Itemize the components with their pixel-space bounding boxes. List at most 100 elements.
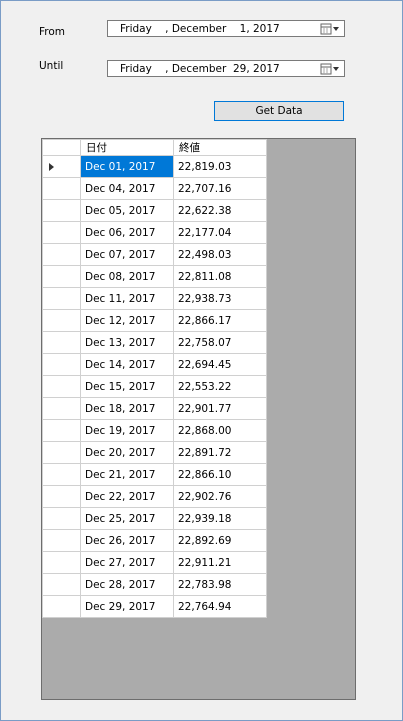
date-cell[interactable]: Dec 19, 2017 [80,419,174,442]
close-value-cell[interactable]: 22,866.17 [173,309,267,332]
close-value-cell[interactable]: 22,758.07 [173,331,267,354]
close-value-cell[interactable]: 22,891.72 [173,441,267,464]
row-header[interactable] [42,287,81,310]
from-label: From [39,26,66,38]
table-row[interactable]: Dec 20, 2017 22,891.72 [42,441,267,464]
date-cell[interactable]: Dec 28, 2017 [80,573,174,596]
until-date-picker[interactable]: Friday , December 29, 2017 [107,60,345,77]
row-header[interactable] [42,419,81,442]
row-header[interactable] [42,595,81,618]
column-header-close[interactable]: 終値 [173,139,267,156]
table-row[interactable]: Dec 05, 2017 22,622.38 [42,199,267,222]
row-header[interactable] [42,221,81,244]
row-header[interactable] [42,441,81,464]
row-header[interactable] [42,155,81,178]
row-header[interactable] [42,353,81,376]
table-row[interactable]: Dec 06, 2017 22,177.04 [42,221,267,244]
date-cell[interactable]: Dec 29, 2017 [80,595,174,618]
data-table: 日付 終値 Dec 01, 2017 22,819.03 Dec 04, 2017 2… [42,139,267,618]
table-row[interactable]: Dec 01, 2017 22,819.03 [42,155,267,178]
table-row[interactable]: Dec 08, 2017 22,811.08 [42,265,267,288]
close-value-cell[interactable]: 22,811.08 [173,265,267,288]
date-cell[interactable]: Dec 07, 2017 [80,243,174,266]
table-row[interactable]: Dec 13, 2017 22,758.07 [42,331,267,354]
table-row[interactable]: Dec 27, 2017 22,911.21 [42,551,267,574]
table-row[interactable]: Dec 07, 2017 22,498.03 [42,243,267,266]
row-header[interactable] [42,551,81,574]
calendar-dropdown-icon[interactable] [320,23,340,35]
table-row[interactable]: Dec 18, 2017 22,901.77 [42,397,267,420]
table-row[interactable]: Dec 25, 2017 22,939.18 [42,507,267,530]
close-value-cell[interactable]: 22,868.00 [173,419,267,442]
date-cell[interactable]: Dec 05, 2017 [80,199,174,222]
date-cell[interactable]: Dec 04, 2017 [80,177,174,200]
calendar-dropdown-icon[interactable] [320,63,340,75]
date-cell[interactable]: Dec 27, 2017 [80,551,174,574]
table-row[interactable]: Dec 19, 2017 22,868.00 [42,419,267,442]
table-row[interactable]: Dec 14, 2017 22,694.45 [42,353,267,376]
row-header[interactable] [42,397,81,420]
row-header[interactable] [42,507,81,530]
date-cell[interactable]: Dec 20, 2017 [80,441,174,464]
column-header-date[interactable]: 日付 [80,139,174,156]
close-value-cell[interactable]: 22,911.21 [173,551,267,574]
close-value-cell[interactable]: 22,553.22 [173,375,267,398]
date-cell[interactable]: Dec 15, 2017 [80,375,174,398]
close-value-cell[interactable]: 22,783.98 [173,573,267,596]
table-row[interactable]: Dec 26, 2017 22,892.69 [42,529,267,552]
row-header[interactable] [42,331,81,354]
from-date-value: Friday , December 1, 2017 [120,23,280,35]
table-row[interactable]: Dec 21, 2017 22,866.10 [42,463,267,486]
close-value-cell[interactable]: 22,902.76 [173,485,267,508]
date-cell[interactable]: Dec 22, 2017 [80,485,174,508]
date-cell[interactable]: Dec 14, 2017 [80,353,174,376]
window-frame: From Friday , December 1, 2017 Until Fri… [0,0,403,721]
data-grid[interactable]: 日付 終値 Dec 01, 2017 22,819.03 Dec 04, 2017 2… [41,138,356,700]
date-cell[interactable]: Dec 21, 2017 [80,463,174,486]
close-value-cell[interactable]: 22,939.18 [173,507,267,530]
close-value-cell[interactable]: 22,819.03 [173,155,267,178]
row-header[interactable] [42,177,81,200]
table-row[interactable]: Dec 12, 2017 22,866.17 [42,309,267,332]
date-cell[interactable]: Dec 18, 2017 [80,397,174,420]
close-value-cell[interactable]: 22,866.10 [173,463,267,486]
date-cell[interactable]: Dec 25, 2017 [80,507,174,530]
row-header[interactable] [42,199,81,222]
close-value-cell[interactable]: 22,622.38 [173,199,267,222]
until-label: Until [39,60,64,72]
date-cell[interactable]: Dec 12, 2017 [80,309,174,332]
date-cell[interactable]: Dec 26, 2017 [80,529,174,552]
close-value-cell[interactable]: 22,764.94 [173,595,267,618]
row-header[interactable] [42,485,81,508]
close-value-cell[interactable]: 22,177.04 [173,221,267,244]
table-row[interactable]: Dec 22, 2017 22,902.76 [42,485,267,508]
date-cell[interactable]: Dec 01, 2017 [80,155,174,178]
close-value-cell[interactable]: 22,938.73 [173,287,267,310]
date-cell[interactable]: Dec 11, 2017 [80,287,174,310]
row-header[interactable] [42,529,81,552]
until-date-value: Friday , December 29, 2017 [120,63,280,75]
close-value-cell[interactable]: 22,892.69 [173,529,267,552]
close-value-cell[interactable]: 22,901.77 [173,397,267,420]
date-cell[interactable]: Dec 08, 2017 [80,265,174,288]
row-header-corner [42,139,81,156]
table-row[interactable]: Dec 28, 2017 22,783.98 [42,573,267,596]
row-header[interactable] [42,243,81,266]
date-cell[interactable]: Dec 06, 2017 [80,221,174,244]
close-value-cell[interactable]: 22,707.16 [173,177,267,200]
row-header[interactable] [42,309,81,332]
row-header[interactable] [42,265,81,288]
row-header[interactable] [42,573,81,596]
row-header[interactable] [42,463,81,486]
table-row[interactable]: Dec 11, 2017 22,938.73 [42,287,267,310]
get-data-button[interactable]: Get Data [214,101,344,121]
table-row[interactable]: Dec 15, 2017 22,553.22 [42,375,267,398]
date-cell[interactable]: Dec 13, 2017 [80,331,174,354]
table-row[interactable]: Dec 04, 2017 22,707.16 [42,177,267,200]
from-date-picker[interactable]: Friday , December 1, 2017 [107,20,345,37]
table-row[interactable]: Dec 29, 2017 22,764.94 [42,595,267,618]
close-value-cell[interactable]: 22,694.45 [173,353,267,376]
close-value-cell[interactable]: 22,498.03 [173,243,267,266]
header-row: 日付 終値 [42,139,267,156]
row-header[interactable] [42,375,81,398]
